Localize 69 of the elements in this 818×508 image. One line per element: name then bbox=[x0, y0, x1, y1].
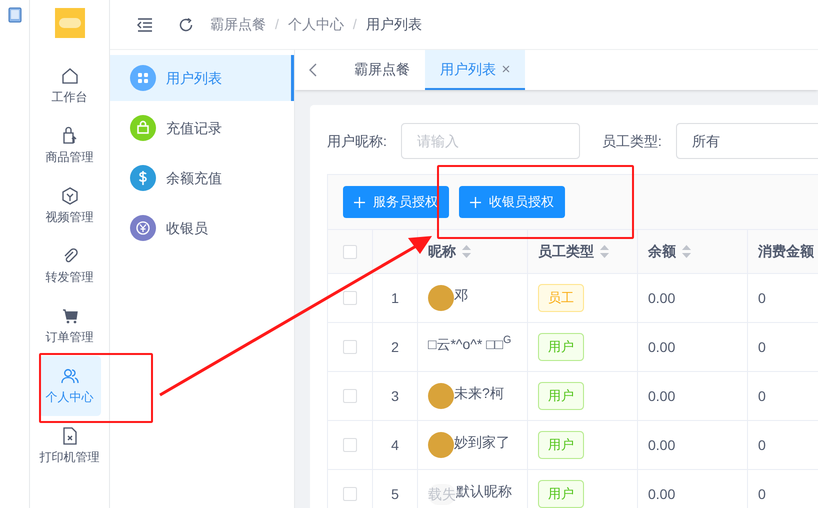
submenu-item[interactable]: 收银员 bbox=[110, 205, 294, 251]
checkbox[interactable] bbox=[343, 389, 357, 403]
filter-label: 员工类型: bbox=[602, 132, 662, 150]
user-icon bbox=[60, 366, 80, 386]
checkbox[interactable] bbox=[343, 487, 357, 501]
column-header[interactable]: 员工类型 bbox=[538, 241, 594, 262]
type-tag: 员工 bbox=[538, 284, 584, 312]
checkbox[interactable] bbox=[343, 438, 357, 452]
nickname-text: 邓 bbox=[454, 286, 468, 304]
checkbox[interactable] bbox=[343, 291, 357, 305]
nickname-text: □云*^o^* □□$^{G}$ bbox=[428, 334, 512, 354]
column-header[interactable]: 昵称 bbox=[428, 241, 456, 262]
breadcrumb-separator: / bbox=[275, 15, 279, 34]
spent-text: 0 bbox=[758, 484, 766, 504]
spent-text: 0 bbox=[758, 338, 766, 356]
nav-item[interactable]: 订单管理 bbox=[38, 296, 100, 356]
breadcrumb-link[interactable]: 个人中心 bbox=[288, 14, 344, 35]
breadcrumb-current: 用户列表 bbox=[366, 15, 422, 34]
filter-label: 用户昵称: bbox=[327, 132, 387, 150]
balance-text: 0.00 bbox=[648, 338, 676, 356]
column-header[interactable]: 余额 bbox=[648, 241, 676, 262]
cube-icon bbox=[60, 186, 80, 206]
nav-item[interactable]: 转发管理 bbox=[38, 236, 100, 296]
type-tag: 用户 bbox=[538, 333, 584, 361]
nickname-text: 默认昵称 bbox=[456, 482, 512, 500]
breadcrumb-link[interactable]: 霸屏点餐 bbox=[210, 14, 266, 35]
plus-icon bbox=[470, 196, 481, 208]
close-icon[interactable] bbox=[502, 65, 510, 73]
nickname-text: 妙到家了 bbox=[454, 432, 510, 452]
sort-icon[interactable] bbox=[682, 245, 691, 258]
type-select[interactable]: 所有 bbox=[676, 123, 818, 159]
checkbox[interactable] bbox=[343, 244, 357, 258]
spent-text: 0 bbox=[758, 386, 766, 406]
refresh-icon[interactable] bbox=[178, 16, 194, 32]
row-number: 3 bbox=[391, 386, 399, 406]
balance-text: 0.00 bbox=[648, 436, 676, 454]
type-tag: 用户 bbox=[538, 431, 584, 459]
spent-text: 0 bbox=[758, 288, 766, 308]
balance-text: 0.00 bbox=[648, 484, 676, 504]
nav-item[interactable]: 打印机管理 bbox=[38, 416, 100, 476]
nav-item[interactable]: 工作台 bbox=[38, 56, 100, 116]
breadcrumb-separator: / bbox=[352, 15, 357, 34]
nav-item[interactable]: 视频管理 bbox=[38, 176, 100, 236]
avatar-alt-text: 载失 bbox=[428, 484, 456, 504]
row-number: 4 bbox=[391, 436, 399, 454]
tab[interactable]: 霸屏点餐 bbox=[339, 50, 425, 90]
nickname-input[interactable]: 请输入 bbox=[400, 123, 580, 159]
nav-item[interactable]: 商品管理 bbox=[38, 116, 100, 176]
chevron-left-icon[interactable] bbox=[309, 63, 317, 77]
sort-icon[interactable] bbox=[462, 245, 471, 258]
nickname-text: 未来?柯 bbox=[454, 384, 504, 402]
submenu-item[interactable]: 余额充值 bbox=[110, 155, 294, 201]
row-number: 2 bbox=[391, 338, 399, 356]
row-number: 5 bbox=[391, 484, 399, 504]
balance-text: 0.00 bbox=[648, 386, 676, 406]
sort-icon[interactable] bbox=[600, 245, 609, 258]
submenu-item[interactable]: 充值记录 bbox=[110, 105, 294, 151]
row-number: 1 bbox=[391, 288, 399, 308]
menu-collapse-icon[interactable] bbox=[137, 18, 153, 32]
tablet-icon[interactable] bbox=[8, 7, 22, 23]
type-tag: 用户 bbox=[538, 382, 584, 410]
house-icon bbox=[60, 66, 80, 86]
logo bbox=[54, 8, 84, 38]
plus-icon bbox=[354, 196, 365, 208]
column-header[interactable]: 消费金额 bbox=[758, 241, 814, 262]
spent-text: 0 bbox=[758, 436, 766, 454]
checkbox[interactable] bbox=[343, 340, 357, 354]
type-tag: 用户 bbox=[538, 480, 584, 508]
balance-text: 0.00 bbox=[648, 288, 676, 308]
